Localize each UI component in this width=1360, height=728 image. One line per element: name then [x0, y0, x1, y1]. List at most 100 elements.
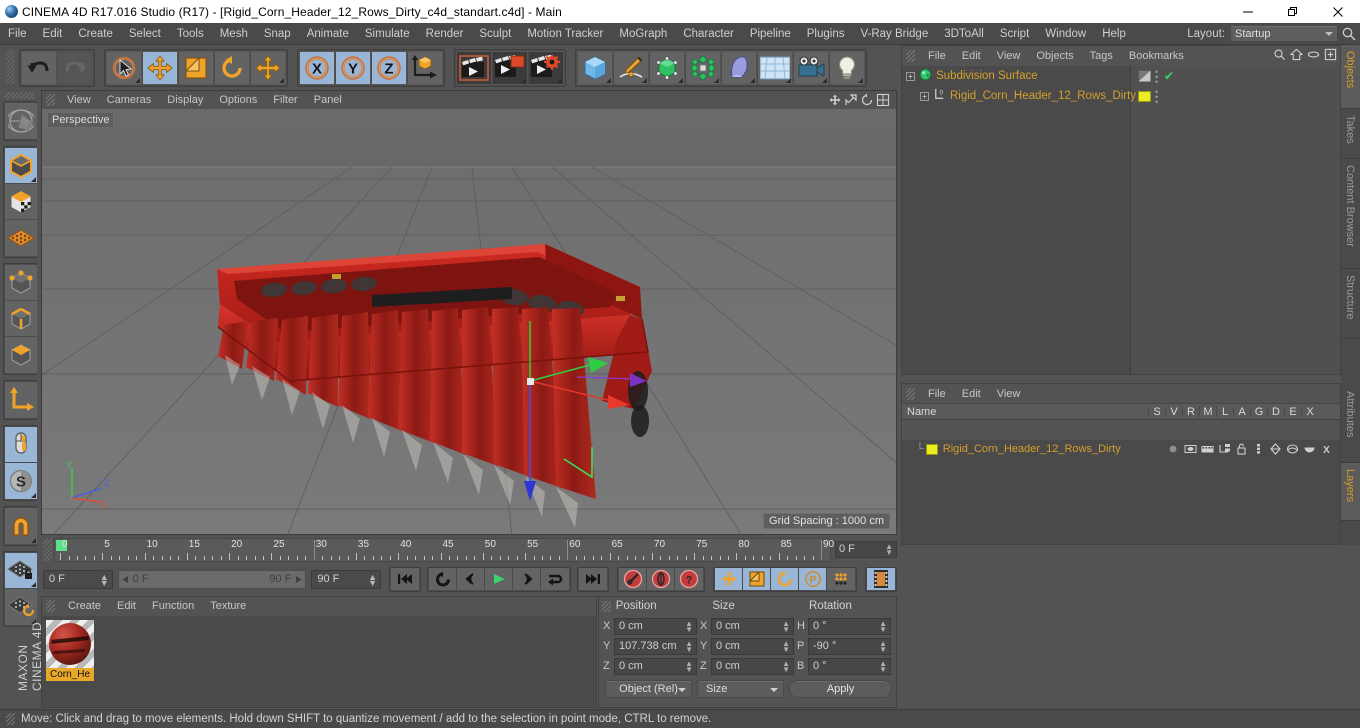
- model-mode-icon[interactable]: [5, 148, 37, 184]
- render-icon[interactable]: [1200, 442, 1215, 456]
- ellipse-icon[interactable]: [1307, 48, 1320, 61]
- max-frame-field[interactable]: 90 F ▲ ▼: [311, 569, 381, 589]
- menu-corner-icon[interactable]: [31, 177, 36, 182]
- object-menu-tags[interactable]: Tags: [1082, 50, 1121, 62]
- menu-item-sculpt[interactable]: Sculpt: [471, 23, 519, 45]
- spinner-icon[interactable]: ▲ ▼: [782, 639, 790, 653]
- timeline-filmstrip-icon[interactable]: [867, 568, 895, 590]
- menu-item-plugins[interactable]: Plugins: [799, 23, 853, 45]
- record-key-icon[interactable]: [619, 568, 647, 590]
- vtab-layers[interactable]: Layers: [1341, 463, 1360, 521]
- position-z-field[interactable]: 0 cm ▲ ▼: [614, 657, 697, 675]
- left-toolbar-grip[interactable]: [5, 92, 35, 99]
- go-to-end-icon[interactable]: [579, 568, 607, 590]
- visibility-icon[interactable]: [1183, 442, 1198, 456]
- undo-icon[interactable]: [21, 50, 57, 85]
- floor-environment-icon[interactable]: [757, 50, 793, 85]
- autokeying-icon[interactable]: [647, 568, 675, 590]
- rotate-icon[interactable]: [214, 50, 250, 85]
- size-z-field[interactable]: 0 cm ▲ ▼: [711, 657, 794, 675]
- snap-settings-icon[interactable]: S: [5, 463, 37, 499]
- workplane-lock-icon[interactable]: [5, 553, 37, 589]
- menu-corner-icon[interactable]: [606, 77, 611, 83]
- generator-icon[interactable]: [1268, 442, 1283, 456]
- size-y-field[interactable]: 0 cm ▲ ▼: [711, 637, 794, 655]
- object-menu-file[interactable]: File: [920, 50, 954, 62]
- expand-icon[interactable]: +: [906, 71, 915, 81]
- layer-menu-view[interactable]: View: [989, 388, 1029, 400]
- toolbar-grip[interactable]: [6, 50, 15, 85]
- vtab-attributes[interactable]: Attributes: [1341, 385, 1360, 463]
- layer-column-r[interactable]: R: [1182, 405, 1199, 418]
- object-menu-bookmarks[interactable]: Bookmarks: [1121, 50, 1192, 62]
- object-menu-edit[interactable]: Edit: [954, 50, 989, 62]
- timeline-frame-field[interactable]: 0 F ▲ ▼: [835, 541, 897, 558]
- home-icon[interactable]: [1290, 48, 1303, 61]
- layer-column-x[interactable]: X: [1301, 405, 1318, 418]
- viewport-solo-icon[interactable]: [5, 427, 37, 463]
- material-manager-body[interactable]: Corn_He: [42, 616, 596, 707]
- range-left-icon[interactable]: [121, 575, 130, 584]
- spinner-icon[interactable]: ▲ ▼: [782, 619, 790, 633]
- menu-corner-icon[interactable]: [822, 77, 827, 83]
- visible-check-icon[interactable]: ✔: [1164, 69, 1174, 83]
- workplane-mode-icon[interactable]: [5, 220, 37, 256]
- move-icon[interactable]: [142, 50, 178, 85]
- viewport-menu-display[interactable]: Display: [159, 94, 211, 106]
- render-view-icon[interactable]: [456, 50, 492, 85]
- layer-column-name[interactable]: Name: [902, 406, 1148, 418]
- current-frame-field[interactable]: 0 F ▲ ▼: [43, 569, 113, 589]
- render-to-picture-viewer-icon[interactable]: [492, 50, 528, 85]
- search-icon[interactable]: [1341, 26, 1357, 42]
- magnet-icon[interactable]: [5, 508, 37, 544]
- expression-icon[interactable]: [1302, 442, 1317, 456]
- maximize-viewport-icon[interactable]: [876, 93, 890, 107]
- step-forward-icon[interactable]: [513, 568, 541, 590]
- menu-corner-icon[interactable]: [858, 77, 863, 83]
- size-x-field[interactable]: 0 cm ▲ ▼: [711, 617, 794, 635]
- viewport-canvas[interactable]: Perspective Grid Spacing : 1000 cm Y Z X: [42, 109, 896, 534]
- menu-item-pipeline[interactable]: Pipeline: [742, 23, 799, 45]
- menu-corner-icon[interactable]: [31, 493, 36, 498]
- step-back-icon[interactable]: [457, 568, 485, 590]
- animation-icon[interactable]: [1251, 442, 1266, 456]
- layout-dropdown[interactable]: Startup: [1230, 25, 1338, 42]
- layer-column-g[interactable]: G: [1250, 405, 1267, 418]
- menu-corner-icon[interactable]: [279, 77, 284, 83]
- manager-icon[interactable]: [1217, 442, 1232, 456]
- viewport-menu-panel[interactable]: Panel: [306, 94, 350, 106]
- material-menu-create[interactable]: Create: [60, 600, 109, 612]
- coordinates-grip[interactable]: [602, 600, 611, 612]
- size-mode-dropdown[interactable]: Size: [697, 680, 785, 698]
- menu-item-create[interactable]: Create: [70, 23, 121, 45]
- layer-color-swatch[interactable]: [925, 443, 938, 455]
- point-level-anim-icon[interactable]: [827, 568, 855, 590]
- viewport-menu-view[interactable]: View: [59, 94, 99, 106]
- menu-item-motion-tracker[interactable]: Motion Tracker: [519, 23, 611, 45]
- spinner-icon[interactable]: ▲ ▼: [782, 659, 790, 673]
- polygons-mode-icon[interactable]: [5, 337, 37, 373]
- layer-column-v[interactable]: V: [1165, 405, 1182, 418]
- light-icon[interactable]: [829, 50, 865, 85]
- x-axis-icon[interactable]: X: [299, 50, 335, 85]
- scale-camera-icon[interactable]: [844, 93, 858, 107]
- redo-icon[interactable]: [57, 50, 93, 85]
- menu-item-v-ray-bridge[interactable]: V-Ray Bridge: [852, 23, 936, 45]
- object-menu-objects[interactable]: Objects: [1028, 50, 1081, 62]
- layer-menu-edit[interactable]: Edit: [954, 388, 989, 400]
- viewport-menu-grip[interactable]: [46, 94, 55, 106]
- timeline-ruler[interactable]: 0 5 10 15 20 25 30 35 40 45 50 55 60 65 70 75 80 85 90: [54, 538, 834, 562]
- display-tag[interactable]: [1138, 70, 1151, 85]
- menu-corner-icon[interactable]: [786, 77, 791, 83]
- layer-column-d[interactable]: D: [1267, 405, 1284, 418]
- go-to-start-icon[interactable]: [391, 568, 419, 590]
- plus-box-icon[interactable]: [1324, 48, 1337, 61]
- position-key-icon[interactable]: [715, 568, 743, 590]
- live-selection-icon[interactable]: [106, 50, 142, 85]
- material-tag[interactable]: [1138, 91, 1151, 102]
- menu-corner-icon[interactable]: [135, 77, 140, 83]
- points-mode-icon[interactable]: [5, 265, 37, 301]
- move-camera-icon[interactable]: [828, 93, 842, 107]
- spinner-icon[interactable]: ▲ ▼: [685, 639, 693, 653]
- layer-column-e[interactable]: E: [1284, 405, 1301, 418]
